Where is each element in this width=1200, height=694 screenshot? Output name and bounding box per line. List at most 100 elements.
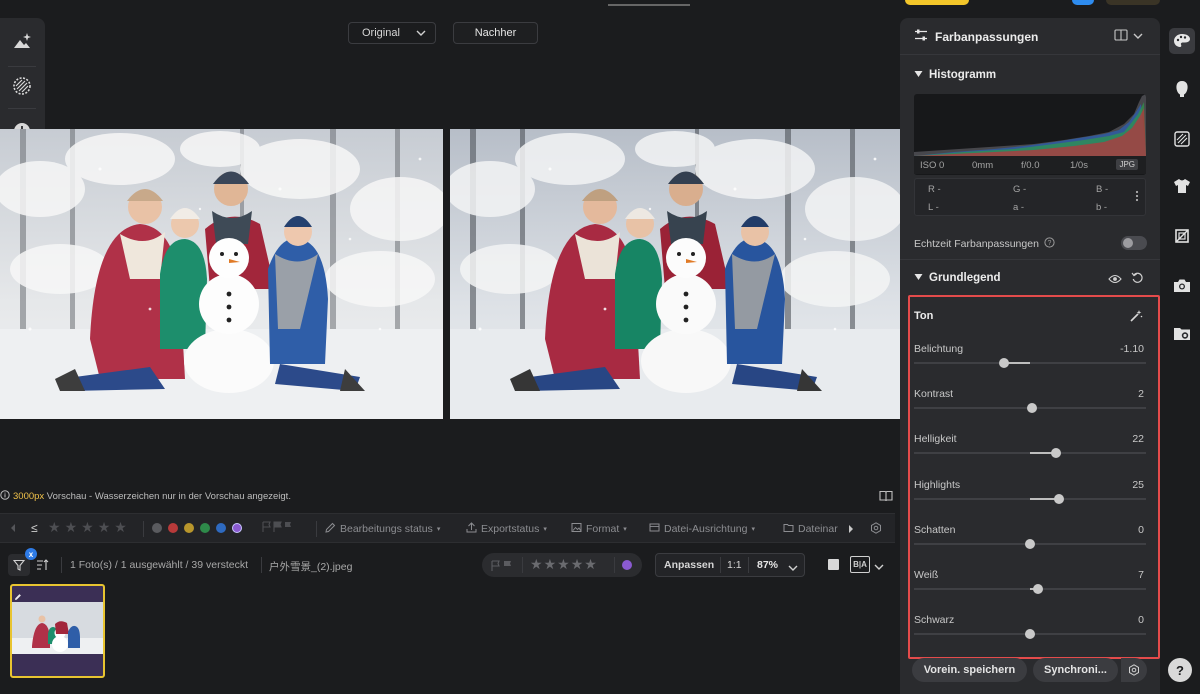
histogram-section-header[interactable]: Histogramm — [914, 69, 996, 81]
divider — [522, 557, 523, 573]
format-filter[interactable]: Format ▾ — [571, 522, 627, 536]
background-pattern-icon[interactable] — [1171, 128, 1193, 150]
readout-a: a - — [1013, 202, 1025, 213]
slider-value[interactable]: 2 — [1138, 388, 1144, 400]
eye-icon[interactable] — [1108, 272, 1122, 290]
single-view-icon[interactable] — [828, 559, 839, 570]
color-dot-red[interactable] — [168, 523, 178, 533]
camera-icon[interactable] — [1171, 274, 1193, 296]
slider-handle[interactable] — [1033, 584, 1044, 594]
slider-weiß[interactable]: Weiß 7 — [914, 569, 1146, 599]
slider-value[interactable]: 0 — [1138, 524, 1144, 536]
divider — [748, 557, 749, 573]
photo-color-label[interactable] — [622, 560, 632, 570]
slider-value[interactable]: -1.10 — [1120, 343, 1144, 355]
slider-value[interactable]: 22 — [1132, 433, 1144, 445]
chevron-down-icon — [1133, 28, 1143, 46]
crop-icon[interactable] — [1171, 225, 1193, 247]
photo-star-rating[interactable]: ★ ★ ★ ★ ★ — [530, 557, 597, 571]
color-dot-purple[interactable] — [232, 523, 242, 533]
color-dot-green[interactable] — [200, 523, 210, 533]
sync-settings-button[interactable] — [1121, 658, 1147, 682]
export-status-filter[interactable]: Exportstatus ▾ — [466, 522, 547, 536]
slider-kontrast[interactable]: Kontrast 2 — [914, 388, 1146, 418]
slider-label: Kontrast — [914, 388, 954, 401]
help-circle-icon[interactable]: ? — [1044, 237, 1055, 251]
adjust-sliders-icon — [914, 29, 928, 44]
slider-value[interactable]: 25 — [1132, 479, 1144, 491]
filename-filter[interactable]: Dateinar — [783, 522, 838, 536]
sync-button[interactable]: Synchroni... — [1033, 658, 1118, 682]
account-avatar[interactable] — [1072, 0, 1094, 5]
compare-left-select[interactable]: Original — [348, 22, 436, 44]
color-label-filter[interactable] — [152, 523, 242, 533]
basic-section-header[interactable]: Grundlegend — [914, 272, 1001, 284]
scroll-left-icon[interactable] — [10, 523, 16, 533]
portrait-icon[interactable] — [1171, 78, 1193, 100]
book-view-icon[interactable] — [879, 489, 893, 507]
flag-icon[interactable] — [491, 559, 513, 577]
before-photo[interactable] — [0, 129, 443, 419]
slider-belichtung[interactable]: Belichtung -1.10 — [914, 343, 1146, 373]
slider-handle[interactable] — [1025, 629, 1035, 640]
realtime-toggle[interactable] — [1121, 236, 1147, 250]
slider-helligkeit[interactable]: Helligkeit 22 — [914, 433, 1146, 463]
slider-handle[interactable] — [1025, 538, 1035, 549]
after-photo[interactable] — [450, 129, 900, 419]
divider — [261, 557, 262, 573]
filter-settings-icon[interactable] — [870, 522, 882, 534]
shirt-icon[interactable] — [1171, 175, 1193, 197]
top-action-button[interactable] — [1106, 0, 1160, 5]
slider-handle[interactable] — [1027, 403, 1038, 414]
palette-icon[interactable] — [1169, 28, 1195, 54]
slider-value[interactable]: 7 — [1138, 569, 1144, 581]
star-rating-filter[interactable]: ★ ★ ★ ★ ★ — [48, 520, 127, 534]
slider-track[interactable] — [914, 362, 1146, 364]
after-button[interactable]: Nachher — [453, 22, 538, 44]
color-dot-blue[interactable] — [216, 523, 226, 533]
panel-layout-switcher[interactable] — [1114, 28, 1143, 46]
reset-icon[interactable] — [1131, 271, 1144, 289]
slider-value[interactable]: 0 — [1138, 614, 1144, 626]
shutter-value: 1/0s — [1070, 160, 1088, 171]
save-preset-button[interactable]: Vorein. speichern — [912, 658, 1027, 682]
before-after-view-icon[interactable]: B|A — [850, 556, 870, 573]
color-dot-gray[interactable] — [152, 523, 162, 533]
realtime-label: Echtzeit Farbanpassungen — [914, 238, 1039, 250]
texture-icon[interactable] — [8, 72, 36, 100]
slider-label: Highlights — [914, 478, 961, 491]
caret-down-icon — [914, 272, 923, 284]
focal-length-value: 0mm — [972, 160, 994, 171]
upgrade-button[interactable] — [905, 0, 969, 5]
one-to-one-button[interactable]: 1:1 — [727, 559, 742, 571]
sort-icon[interactable] — [36, 558, 50, 576]
auto-magic-wand-icon[interactable] — [1129, 309, 1143, 328]
slider-handle[interactable] — [1054, 493, 1064, 504]
sync-label: Synchroni... — [1044, 664, 1107, 676]
help-button[interactable]: ? — [1168, 658, 1192, 682]
rating-operator-icon[interactable]: ≤ — [31, 521, 38, 535]
more-vertical-icon[interactable] — [1135, 190, 1139, 205]
slider-schatten[interactable]: Schatten 0 — [914, 524, 1146, 554]
color-readout: R - G - B - L - a - b - — [914, 178, 1146, 216]
orientation-filter[interactable]: Datei-Ausrichtung ▾ — [649, 522, 755, 536]
flag-filter[interactable] — [262, 521, 292, 533]
slider-handle[interactable] — [1050, 448, 1061, 459]
chevron-down-icon[interactable] — [874, 559, 884, 577]
fit-button[interactable]: Anpassen — [664, 559, 714, 571]
scroll-right-icon[interactable] — [848, 524, 854, 534]
folder-view-icon[interactable] — [1171, 322, 1193, 344]
chevron-down-icon[interactable] — [788, 560, 798, 578]
save-preset-label: Vorein. speichern — [923, 664, 1016, 676]
slider-schwarz[interactable]: Schwarz 0 — [914, 614, 1146, 644]
slider-handle[interactable] — [999, 358, 1010, 368]
realtime-adjust-row: Echtzeit Farbanpassungen ? — [914, 237, 1055, 251]
color-dot-yellow[interactable] — [184, 523, 194, 533]
edit-status-filter[interactable]: Bearbeitungs status ▾ — [325, 522, 440, 536]
slider-label: Helligkeit — [914, 433, 957, 446]
ai-enhance-icon[interactable] — [8, 27, 36, 55]
filmstrip-thumbnail[interactable] — [10, 584, 105, 678]
zoom-level-select[interactable]: 87% — [757, 559, 778, 571]
slider-highlights[interactable]: Highlights 25 — [914, 479, 1146, 509]
orientation-icon — [649, 522, 660, 536]
